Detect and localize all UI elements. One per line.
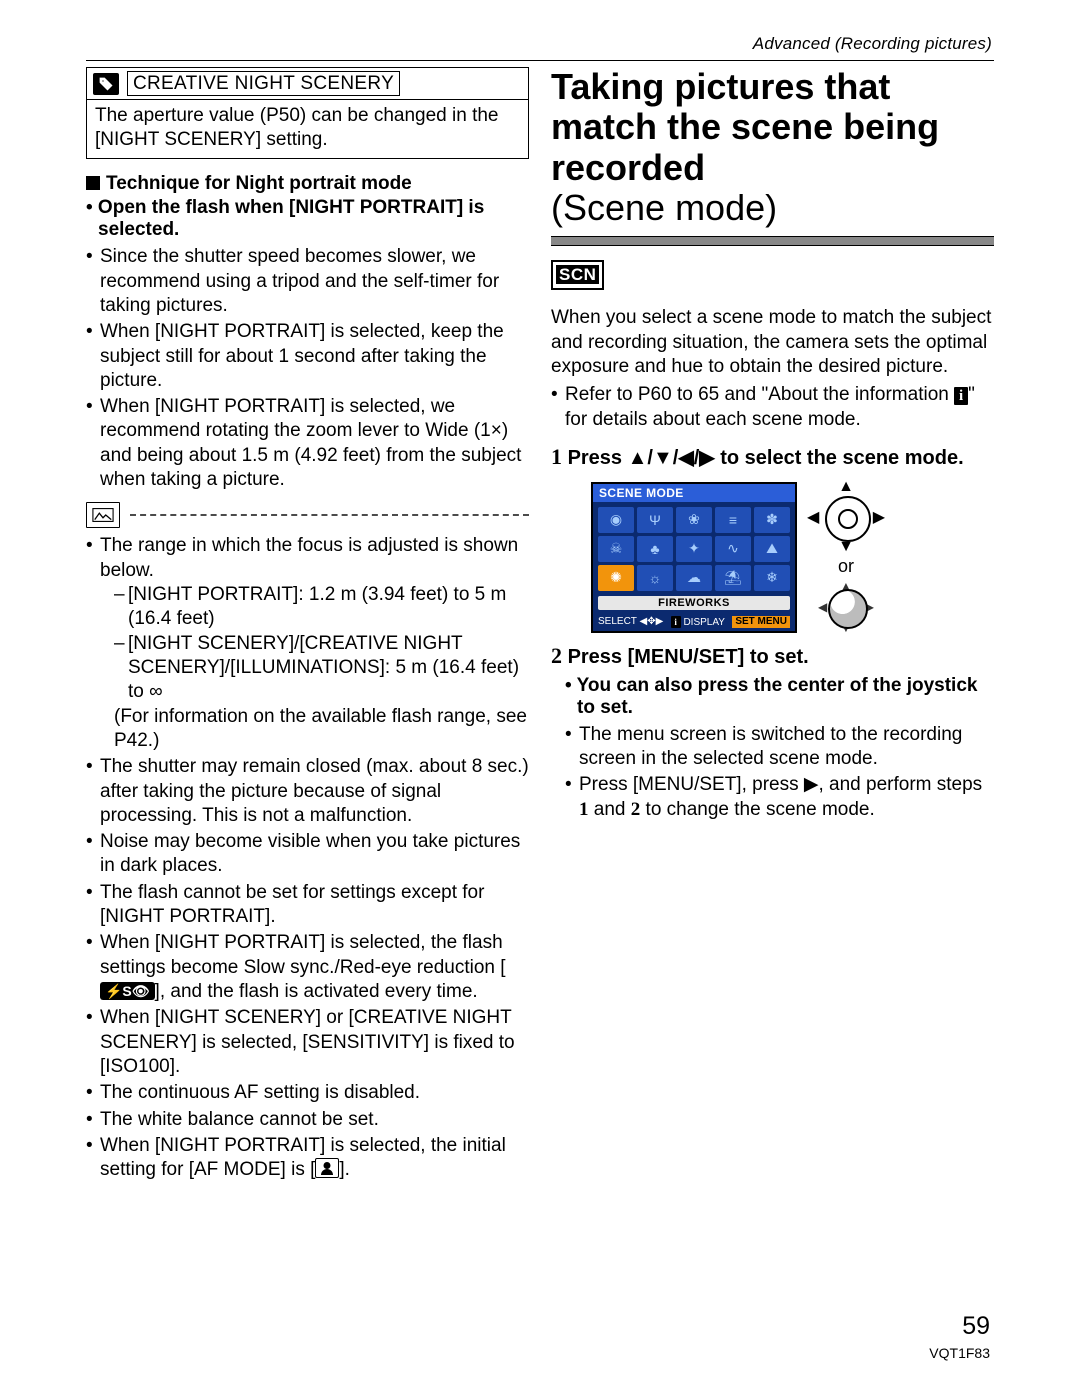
bullet: The continuous AF setting is disabled. [86, 1081, 529, 1105]
bullet: The white balance cannot be set. [86, 1108, 529, 1132]
bullet: When [NIGHT PORTRAIT] is selected, the i… [86, 1134, 529, 1183]
bullet: The menu screen is switched to the recor… [565, 723, 994, 772]
sub-bullet: [NIGHT PORTRAIT]: 1.2 m (3.94 feet) to 5… [114, 583, 529, 632]
bullet-list-3: The menu screen is switched to the recor… [551, 723, 994, 822]
bullet: Noise may become visible when you take p… [86, 830, 529, 879]
bullet: When [NIGHT PORTRAIT] is selected, the f… [86, 931, 529, 1004]
box-body: The aperture value (P50) can be changed … [87, 100, 528, 158]
bullet: When [NIGHT PORTRAIT] is selected, we re… [86, 395, 529, 492]
technique-heading: Technique for Night portrait mode [86, 173, 529, 195]
right-column: Taking pictures that match the scene bei… [551, 67, 994, 1185]
lcd-selected-cell: ✺ [598, 565, 634, 591]
refer-list: Refer to P60 to 65 and "About the inform… [551, 383, 994, 432]
divider [86, 60, 994, 61]
af-mode-face-icon [315, 1158, 339, 1178]
document-code: VQT1F83 [929, 1345, 990, 1361]
info-icon: i [954, 387, 968, 405]
creative-night-box: CREATIVE NIGHT SCENERY The aperture valu… [86, 67, 529, 159]
note-divider [86, 502, 529, 528]
flash-mode-icon: ⚡S👁 [100, 982, 155, 1000]
lcd-footer: SELECT ◀✥▶ i DISPLAY SET MENU [593, 614, 795, 631]
paren-note: (For information on the available flash … [100, 705, 529, 754]
bullet: The range in which the focus is adjusted… [86, 534, 529, 753]
bullet: The shutter may remain closed (max. abou… [86, 755, 529, 828]
bullet-list-1: Since the shutter speed becomes slower, … [86, 245, 529, 492]
tip-open-flash: • Open the flash when [NIGHT PORTRAIT] i… [86, 197, 529, 241]
intro-paragraph: When you select a scene mode to match th… [551, 306, 994, 379]
lcd-selected-label: FIREWORKS [598, 596, 790, 610]
step-1: 1 Press ▲/▼/◀/▶ to select the scene mode… [551, 444, 994, 470]
step-2: 2 Press [MENU/SET] to set. [551, 643, 994, 669]
bullet: Press [MENU/SET], press ▶, and perform s… [565, 773, 994, 822]
controls: ▲▼◀▶ or ▲▼◀▶ [813, 484, 879, 631]
scn-mode-icon: SCN [551, 260, 604, 290]
palette-icon [93, 73, 119, 95]
section-header: Advanced (Recording pictures) [86, 34, 994, 54]
sub-bullet: [NIGHT SCENERY]/[CREATIVE NIGHT SCENERY]… [114, 632, 529, 705]
note-icon [86, 502, 120, 528]
tip-joystick: • You can also press the center of the j… [551, 675, 994, 719]
bullet: Refer to P60 to 65 and "About the inform… [551, 383, 994, 432]
bullet: When [NIGHT SCENERY] or [CREATIVE NIGHT … [86, 1006, 529, 1079]
bullet: When [NIGHT PORTRAIT] is selected, keep … [86, 320, 529, 393]
left-column: CREATIVE NIGHT SCENERY The aperture valu… [86, 67, 529, 1185]
dpad-icon: ▲▼◀▶ [813, 484, 879, 550]
box-title: CREATIVE NIGHT SCENERY [133, 73, 394, 94]
or-label: or [838, 556, 854, 577]
bullet: Since the shutter speed becomes slower, … [86, 245, 529, 318]
joystick-icon: ▲▼◀▶ [822, 583, 870, 631]
lcd-grid: ◉Ψ❀≡✽ ☠♣✦∿⛰ ✺☼☁⛱❄ [593, 502, 795, 596]
title-underline [551, 236, 994, 246]
page-number: 59 [962, 1312, 990, 1341]
bullet-list-range: The range in which the focus is adjusted… [86, 534, 529, 1182]
lcd-preview: SCENE MODE ◉Ψ❀≡✽ ☠♣✦∿⛰ ✺☼☁⛱❄ FIREWORKS S… [591, 482, 797, 633]
lcd-title: SCENE MODE [593, 484, 795, 502]
page-title: Taking pictures that match the scene bei… [551, 67, 994, 228]
bullet: The flash cannot be set for settings exc… [86, 881, 529, 930]
